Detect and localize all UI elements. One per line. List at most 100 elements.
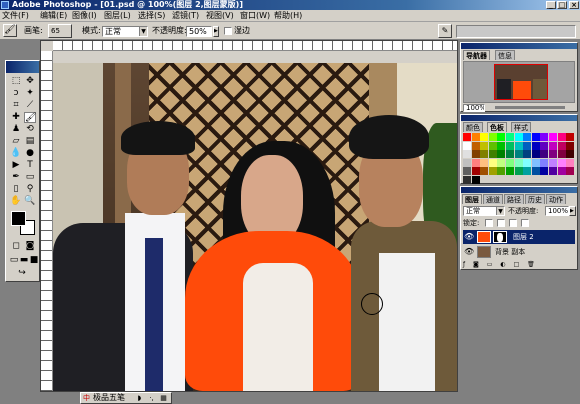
color-swatch[interactable] — [463, 158, 471, 167]
color-swatch[interactable] — [506, 167, 514, 176]
slice-tool-icon[interactable]: ⟋ — [24, 100, 36, 111]
color-swatch[interactable] — [514, 141, 523, 150]
navigator-view-box[interactable] — [494, 64, 548, 100]
new-layer-icon[interactable]: □ — [514, 261, 520, 268]
menu-select[interactable]: 选择(S) — [138, 10, 165, 22]
color-swatch[interactable] — [463, 141, 471, 150]
lock-transparency-checkbox[interactable] — [485, 219, 493, 227]
color-swatch[interactable] — [566, 150, 575, 159]
layer-opacity-input[interactable]: 100% — [545, 206, 569, 216]
maximize-button[interactable]: □ — [557, 1, 567, 9]
color-swatch[interactable] — [471, 150, 480, 159]
marquee-tool-icon[interactable]: ⬚ — [10, 76, 22, 87]
color-swatch[interactable] — [557, 167, 566, 176]
palette-well[interactable] — [456, 25, 576, 38]
layer-opacity-slider-button[interactable]: ▶ — [569, 206, 576, 216]
navigator-zoom-slider[interactable] — [495, 106, 565, 109]
foreground-color-front[interactable] — [11, 211, 26, 226]
menu-edit[interactable]: 编辑(E) — [40, 10, 67, 22]
color-swatch[interactable] — [497, 167, 506, 176]
color-swatch[interactable] — [531, 167, 540, 176]
new-set-icon[interactable]: ▭ — [487, 261, 493, 268]
color-swatch[interactable] — [463, 133, 471, 141]
mode-select[interactable]: 正常 ▼ — [102, 26, 148, 37]
color-swatch[interactable] — [463, 176, 471, 184]
color-swatch[interactable] — [549, 141, 557, 150]
ime-logo-icon[interactable]: 中 — [83, 394, 90, 403]
pen-tool-icon[interactable]: ✒ — [10, 172, 22, 183]
brush-icon[interactable]: 🖌 — [3, 24, 17, 37]
color-swatch[interactable] — [488, 167, 497, 176]
eye-icon[interactable]: 👁 — [464, 232, 474, 242]
color-swatch[interactable] — [506, 150, 514, 159]
color-swatch[interactable] — [514, 133, 523, 141]
gradient-tool-icon[interactable]: ▤ — [24, 136, 36, 147]
healing-brush-icon[interactable]: ✚ — [10, 112, 22, 123]
color-swatch[interactable] — [471, 133, 480, 141]
tab-swatches[interactable]: 色板 — [487, 122, 507, 132]
color-swatch[interactable] — [514, 167, 523, 176]
color-swatch[interactable] — [488, 133, 497, 141]
color-swatch[interactable] — [566, 158, 575, 167]
add-mask-icon[interactable]: ◙ — [473, 261, 479, 268]
color-swatch[interactable] — [480, 158, 489, 167]
shape-tool-icon[interactable]: ▭ — [24, 172, 36, 183]
color-swatch[interactable] — [557, 133, 566, 141]
color-swatch[interactable] — [540, 158, 549, 167]
lock-position-checkbox[interactable] — [509, 219, 517, 227]
color-swatch[interactable] — [506, 133, 514, 141]
color-swatch[interactable] — [523, 167, 532, 176]
color-swatch[interactable] — [497, 133, 506, 141]
menu-file[interactable]: 文件(F) — [2, 10, 29, 22]
screen-mode-3-icon[interactable]: ■ — [28, 255, 40, 266]
color-swatch[interactable] — [540, 133, 549, 141]
blend-mode-select[interactable]: 正常 ▼ — [463, 206, 505, 216]
menu-image[interactable]: 图像(I) — [72, 10, 97, 22]
color-swatch[interactable] — [531, 158, 540, 167]
soft-keyboard-icon[interactable]: ▦ — [159, 394, 168, 403]
magic-wand-icon[interactable]: ✦ — [24, 88, 36, 99]
hand-tool-icon[interactable]: ✋ — [10, 196, 22, 207]
color-swatch[interactable] — [471, 158, 480, 167]
swatch-grid[interactable] — [463, 133, 575, 184]
type-tool-icon[interactable]: T — [24, 160, 36, 171]
color-swatch[interactable] — [463, 167, 471, 176]
path-select-icon[interactable]: ▶ — [10, 160, 22, 171]
notes-tool-icon[interactable]: ▯ — [10, 184, 22, 195]
layer-row[interactable]: 👁 背景 副本 — [463, 245, 575, 259]
menu-filter[interactable]: 滤镜(T) — [172, 10, 199, 22]
navigator-zoom-value[interactable]: 100% — [463, 104, 485, 112]
tab-paths[interactable]: 路径 — [504, 194, 524, 204]
color-swatch[interactable] — [471, 176, 480, 184]
color-swatch[interactable] — [480, 167, 489, 176]
lasso-tool-icon[interactable]: ↄ — [10, 88, 22, 99]
stamp-tool-icon[interactable]: ♟ — [10, 124, 22, 135]
color-swatch[interactable] — [531, 150, 540, 159]
color-swatch[interactable] — [514, 158, 523, 167]
color-swatch[interactable] — [514, 150, 523, 159]
tab-color[interactable]: 颜色 — [463, 122, 483, 132]
color-swatch[interactable] — [540, 150, 549, 159]
tab-styles[interactable]: 样式 — [511, 122, 531, 132]
close-button[interactable]: × — [569, 1, 579, 9]
color-swatch[interactable] — [523, 158, 532, 167]
color-swatch[interactable] — [480, 141, 489, 150]
color-swatch[interactable] — [488, 141, 497, 150]
color-swatch[interactable] — [497, 141, 506, 150]
color-swatch[interactable] — [488, 150, 497, 159]
trash-icon[interactable]: 🗑 — [527, 261, 535, 268]
crop-tool-icon[interactable]: ⌗ — [10, 100, 22, 111]
standard-mode-icon[interactable]: ◻ — [10, 241, 22, 252]
color-swatch[interactable] — [480, 150, 489, 159]
minimize-button[interactable]: _ — [546, 1, 556, 9]
color-swatch[interactable] — [566, 141, 575, 150]
color-swatch[interactable] — [471, 141, 480, 150]
color-swatch[interactable] — [463, 150, 471, 159]
lock-pixels-checkbox[interactable] — [497, 219, 505, 227]
menu-view[interactable]: 视图(V) — [206, 10, 234, 22]
color-swatch[interactable] — [480, 133, 489, 141]
airbrush-icon[interactable]: ✎ — [438, 24, 452, 38]
opacity-input[interactable]: 50% — [186, 26, 212, 37]
zoom-tool-icon[interactable]: 🔍 — [24, 196, 36, 207]
navigator-preview[interactable] — [463, 61, 575, 103]
